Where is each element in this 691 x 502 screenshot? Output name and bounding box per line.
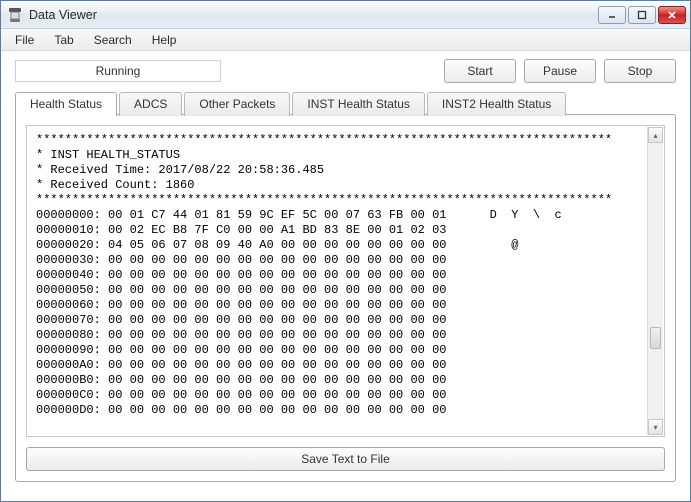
hex-row: 00000040: 00 00 00 00 00 00 00 00 00 00 … — [36, 268, 446, 282]
window-title: Data Viewer — [29, 8, 598, 22]
tab-panel: ****************************************… — [15, 114, 676, 482]
packet-name-line: * INST HEALTH_STATUS — [36, 148, 180, 162]
text-viewer: ****************************************… — [26, 125, 665, 437]
menu-help[interactable]: Help — [142, 31, 187, 49]
hex-row: 000000B0: 00 00 00 00 00 00 00 00 00 00 … — [36, 373, 446, 387]
minimize-icon — [607, 10, 617, 20]
app-window: Data Viewer File Tab Search Help Running — [0, 0, 691, 502]
stop-button[interactable]: Stop — [604, 59, 676, 83]
packet-count-line: * Received Count: 1860 — [36, 178, 194, 192]
hex-row: 00000060: 00 00 00 00 00 00 00 00 00 00 … — [36, 298, 446, 312]
window-controls — [598, 6, 686, 24]
menu-search[interactable]: Search — [84, 31, 142, 49]
hex-row: 00000010: 00 02 EC B8 7F C0 00 00 A1 BD … — [36, 223, 446, 237]
running-status: Running — [15, 60, 221, 82]
close-button[interactable] — [658, 6, 686, 24]
menu-tab[interactable]: Tab — [44, 31, 83, 49]
hex-row: 00000080: 00 00 00 00 00 00 00 00 00 00 … — [36, 328, 446, 342]
scroll-down-button[interactable]: ▾ — [648, 419, 663, 435]
tab-inst-health-status[interactable]: INST Health Status — [292, 92, 425, 116]
tab-container: Health Status ADCS Other Packets INST He… — [15, 91, 676, 482]
maximize-button[interactable] — [628, 6, 656, 24]
hex-row: 000000A0: 00 00 00 00 00 00 00 00 00 00 … — [36, 358, 446, 372]
tab-other-packets[interactable]: Other Packets — [184, 92, 290, 116]
maximize-icon — [637, 10, 647, 20]
pause-button[interactable]: Pause — [524, 59, 596, 83]
stars-bottom: ****************************************… — [36, 193, 612, 207]
hex-row: 00000070: 00 00 00 00 00 00 00 00 00 00 … — [36, 313, 446, 327]
menu-file[interactable]: File — [5, 31, 44, 49]
app-icon — [7, 7, 23, 23]
start-button[interactable]: Start — [444, 59, 516, 83]
vertical-scrollbar[interactable]: ▴ ▾ — [647, 127, 663, 435]
hex-dump: ****************************************… — [28, 127, 646, 424]
packet-time-line: * Received Time: 2017/08/22 20:58:36.485 — [36, 163, 324, 177]
stars-top: ****************************************… — [36, 133, 612, 147]
hex-row: 00000050: 00 00 00 00 00 00 00 00 00 00 … — [36, 283, 446, 297]
hex-row: 00000030: 00 00 00 00 00 00 00 00 00 00 … — [36, 253, 446, 267]
hex-row: 00000000: 00 01 C7 44 01 81 59 9C EF 5C … — [36, 208, 591, 222]
hex-row: 00000020: 04 05 06 07 08 09 40 A0 00 00 … — [36, 238, 583, 252]
tab-health-status[interactable]: Health Status — [15, 92, 117, 116]
save-text-button[interactable]: Save Text to File — [26, 447, 665, 471]
hex-row: 00000090: 00 00 00 00 00 00 00 00 00 00 … — [36, 343, 446, 357]
chevron-up-icon: ▴ — [653, 131, 657, 140]
tab-inst2-health-status[interactable]: INST2 Health Status — [427, 92, 566, 116]
menubar: File Tab Search Help — [1, 29, 690, 51]
text-scroll-area[interactable]: ****************************************… — [28, 127, 646, 435]
titlebar: Data Viewer — [1, 1, 690, 29]
scroll-up-button[interactable]: ▴ — [648, 127, 663, 143]
close-icon — [667, 10, 677, 20]
tab-adcs[interactable]: ADCS — [119, 92, 182, 116]
minimize-button[interactable] — [598, 6, 626, 24]
hex-row: 000000D0: 00 00 00 00 00 00 00 00 00 00 … — [36, 403, 446, 417]
chevron-down-icon: ▾ — [653, 423, 657, 432]
tab-row: Health Status ADCS Other Packets INST He… — [15, 91, 676, 115]
toolbar: Running Start Pause Stop — [1, 51, 690, 89]
hex-row: 000000C0: 00 00 00 00 00 00 00 00 00 00 … — [36, 388, 446, 402]
scroll-thumb[interactable] — [650, 327, 661, 349]
